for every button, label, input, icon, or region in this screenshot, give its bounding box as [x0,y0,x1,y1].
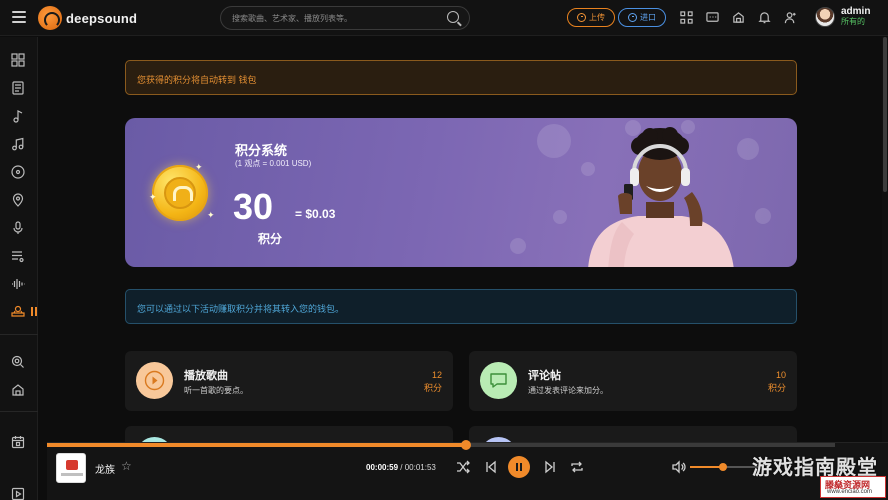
import-label: 进口 [640,13,656,22]
total-time: 00:01:53 [404,463,436,472]
play-icon [136,362,173,399]
decor-bubble [537,124,571,158]
earn-points-notice: 您可以通过以下活动赚取积分并将其转入您的钱包。 [125,289,797,324]
points-unit: 积分 [258,232,283,246]
logo-text: deepsound [66,10,138,26]
upload-icon [577,13,586,22]
activity-desc: 通过发表评论来加分。 [528,386,608,395]
album-disc-icon[interactable] [11,165,25,179]
pause-button[interactable] [508,456,530,478]
progress-bar[interactable] [47,440,835,450]
upload-label: 上传 [589,13,605,22]
activity-card-play-song[interactable]: 播放歌曲 听一首歌的要点。 12 积分 [125,351,453,411]
points-usd-value: = $0.03 [295,207,336,221]
progress-fill [47,443,467,447]
progress-handle[interactable] [461,440,472,450]
import-button[interactable]: 进口 [618,8,666,27]
points-earn-icon[interactable] [11,304,25,318]
favorite-star-icon[interactable]: ☆ [121,459,132,473]
location-pin-icon[interactable] [11,193,25,207]
next-track-icon[interactable] [543,460,557,474]
decor-bubble [510,238,526,254]
coin-icon [152,165,208,221]
track-title[interactable]: 龙族 [95,461,115,476]
points-rate: (1 观点 = 0.001 USD) [235,159,312,168]
top-bar: deepsound 上传 进口 admin 所有的 [0,0,888,36]
wallet-notice: 您获得的积分将自动转到 钱包 [125,60,797,95]
volume-handle[interactable] [718,463,727,471]
upload-button[interactable]: 上传 [567,8,615,27]
sparkle-icon: ✦ [195,162,203,172]
waveform-icon[interactable] [11,277,25,291]
activity-card-comment[interactable]: 评论帖 通过发表评论来加分。 10 积分 [469,351,797,411]
avatar [815,6,835,27]
search-sidebar-icon[interactable] [11,355,25,369]
activity-points: 12 积分 [424,369,442,395]
sidebar-divider [0,334,38,335]
volume-icon[interactable] [672,460,686,474]
activity-points-value: 10 [775,370,786,380]
activity-title: 评论帖 [528,370,561,382]
menu-toggle-icon[interactable] [12,11,26,23]
sparkle-icon: ✦ [207,210,215,220]
add-user-icon[interactable] [784,11,797,24]
discover-grid-icon[interactable] [11,53,25,67]
volume-slider[interactable] [690,463,760,471]
volume-fill [690,466,723,468]
decor-bubble [737,138,759,160]
comment-icon [480,362,517,399]
calendar-icon[interactable] [11,435,25,449]
headphones-logo-icon [38,6,62,30]
cover-logo [66,460,78,470]
user-menu[interactable]: admin 所有的 [815,6,870,27]
search-input[interactable] [221,7,431,29]
import-icon [628,13,637,22]
notification-bell-icon[interactable] [758,11,771,24]
current-time: 00:00:59 [366,463,399,472]
microphone-icon[interactable] [11,221,25,235]
points-balance: 30 [233,186,274,227]
shop-icon[interactable] [11,383,25,397]
track-cover[interactable] [56,453,86,483]
activity-points-unit: 积分 [767,383,786,393]
shuffle-icon[interactable] [456,460,470,474]
activity-points: 10 积分 [768,369,786,395]
time-separator: / [398,463,405,472]
video-play-icon[interactable] [11,487,25,500]
store-icon[interactable] [732,11,745,24]
sparkle-icon: ✦ [149,192,157,202]
music-note-icon[interactable] [11,109,25,123]
repeat-icon[interactable] [570,460,584,474]
sidebar-divider [0,411,38,412]
logo[interactable]: deepsound [38,6,137,30]
sidebar [0,37,38,500]
person-with-headphones-illustration [588,127,734,267]
search-box[interactable] [220,6,470,30]
user-role: 所有的 [841,17,865,26]
page-scrollbar[interactable] [882,37,888,500]
user-name: admin [841,6,871,17]
active-indicator [31,307,37,316]
top-icons [680,11,797,24]
playlist-icon[interactable] [11,249,25,263]
cover-caption [61,473,83,476]
activity-points-value: 12 [431,370,442,380]
points-title: 积分系统 [235,143,288,158]
decor-bubble [553,210,567,224]
decor-bubble [755,208,771,224]
track-time: 00:00:59 / 00:01:53 [366,463,436,472]
apps-grid-icon[interactable] [680,11,693,24]
feed-icon[interactable] [11,81,25,95]
activity-desc: 听一首歌的要点。 [184,386,248,395]
messages-icon[interactable] [706,11,719,24]
songs-icon[interactable] [11,137,25,151]
search-icon[interactable] [447,11,459,23]
scrollbar-thumb[interactable] [883,37,887,192]
activity-points-unit: 积分 [423,383,442,393]
previous-track-icon[interactable] [484,460,498,474]
activity-title: 播放歌曲 [184,370,228,382]
watermark-url: www.enciao.com [827,489,873,495]
points-system-banner: ✦ ✦ ✦ 积分系统 (1 观点 = 0.001 USD) 30 = $0.03… [125,118,797,267]
watermark-badge: 滕燊资源网 www.enciao.com [820,476,886,498]
